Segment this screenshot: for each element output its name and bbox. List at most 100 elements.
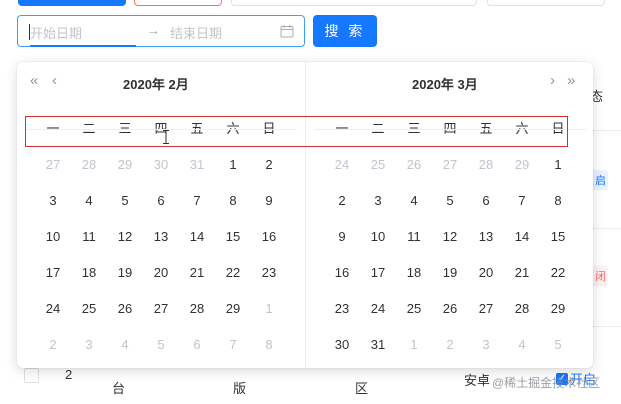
calendar-panel-left: « ‹ 2020年 2月 一二三四五六日 27 28 29 30 31 1 2 3 4 5 6 7 8 9… (17, 62, 305, 368)
day-cell[interactable]: 29 (215, 296, 251, 322)
day-cell[interactable]: 6 (468, 188, 504, 214)
day-cell-other-month[interactable]: 3 (468, 332, 504, 358)
day-cell[interactable]: 28 (504, 296, 540, 322)
day-cell-other-month[interactable]: 30 (143, 152, 179, 178)
day-cell[interactable]: 15 (215, 224, 251, 250)
day-cell-other-month[interactable]: 24 (324, 152, 360, 178)
day-cell[interactable]: 16 (324, 260, 360, 286)
day-cell[interactable]: 25 (396, 296, 432, 322)
day-cell-other-month[interactable]: 29 (107, 152, 143, 178)
day-cell-other-month[interactable]: 2 (35, 332, 71, 358)
day-cell-other-month[interactable]: 8 (251, 332, 287, 358)
day-cell[interactable]: 22 (540, 260, 576, 286)
day-cell[interactable]: 13 (468, 224, 504, 250)
day-cell[interactable]: 5 (107, 188, 143, 214)
day-cell-other-month[interactable]: 29 (504, 152, 540, 178)
day-cell-other-month[interactable]: 4 (107, 332, 143, 358)
day-cell[interactable]: 11 (396, 224, 432, 250)
day-cell[interactable]: 30 (324, 332, 360, 358)
day-cell-other-month[interactable]: 3 (71, 332, 107, 358)
day-cell-other-month[interactable]: 28 (71, 152, 107, 178)
day-cell[interactable]: 1 (215, 152, 251, 178)
top-primary-button[interactable] (18, 0, 126, 6)
next-year-icon[interactable]: » (567, 71, 575, 91)
day-cell-other-month[interactable]: 27 (432, 152, 468, 178)
day-cell[interactable]: 9 (251, 188, 287, 214)
day-cell[interactable]: 5 (432, 188, 468, 214)
day-cell[interactable]: 14 (504, 224, 540, 250)
top-danger-button[interactable] (134, 0, 222, 6)
day-cell[interactable]: 3 (35, 188, 71, 214)
day-cell[interactable]: 26 (432, 296, 468, 322)
day-cell[interactable]: 22 (215, 260, 251, 286)
day-cell[interactable]: 9 (324, 224, 360, 250)
day-cell[interactable]: 4 (396, 188, 432, 214)
day-cell-other-month[interactable]: 31 (179, 152, 215, 178)
day-cell[interactable]: 20 (143, 260, 179, 286)
day-cell-other-month[interactable]: 6 (179, 332, 215, 358)
end-date-input[interactable]: 结束日期 (170, 23, 222, 42)
day-cell-other-month[interactable]: 4 (504, 332, 540, 358)
day-cell[interactable]: 29 (540, 296, 576, 322)
row-checkbox[interactable] (24, 368, 39, 383)
day-cell[interactable]: 21 (504, 260, 540, 286)
calendar-icon[interactable] (280, 24, 294, 38)
day-cell[interactable]: 27 (468, 296, 504, 322)
day-cell[interactable]: 12 (432, 224, 468, 250)
day-cell-other-month[interactable]: 5 (540, 332, 576, 358)
search-button[interactable]: 搜 索 (313, 15, 377, 47)
prev-year-icon[interactable]: « (30, 71, 38, 91)
day-cell[interactable]: 2 (251, 152, 287, 178)
date-range-input[interactable]: 开始日期 → 结束日期 (17, 15, 305, 47)
day-cell[interactable]: 11 (71, 224, 107, 250)
day-cell[interactable]: 4 (71, 188, 107, 214)
day-cell[interactable]: 26 (107, 296, 143, 322)
day-cell[interactable]: 2 (324, 188, 360, 214)
start-date-input[interactable]: 开始日期 (30, 23, 82, 42)
day-cell[interactable]: 8 (215, 188, 251, 214)
day-cell[interactable]: 14 (179, 224, 215, 250)
day-cell[interactable]: 15 (540, 224, 576, 250)
panel-header: « ‹ 2020年 2月 (17, 68, 305, 96)
top-select[interactable] (231, 0, 477, 6)
day-cell[interactable]: 10 (360, 224, 396, 250)
day-cell[interactable]: 7 (504, 188, 540, 214)
day-cell[interactable]: 3 (360, 188, 396, 214)
day-cell[interactable]: 21 (179, 260, 215, 286)
day-cell[interactable]: 24 (360, 296, 396, 322)
day-cell[interactable]: 20 (468, 260, 504, 286)
day-cell[interactable]: 17 (35, 260, 71, 286)
day-cell[interactable]: 27 (143, 296, 179, 322)
day-cell[interactable]: 7 (179, 188, 215, 214)
day-cell[interactable]: 8 (540, 188, 576, 214)
day-cell[interactable]: 13 (143, 224, 179, 250)
day-cell-other-month[interactable]: 1 (396, 332, 432, 358)
day-cell-other-month[interactable]: 7 (215, 332, 251, 358)
next-month-icon[interactable]: › (550, 71, 555, 91)
day-cell[interactable]: 31 (360, 332, 396, 358)
day-cell[interactable]: 6 (143, 188, 179, 214)
day-cell-other-month[interactable]: 5 (143, 332, 179, 358)
day-cell-other-month[interactable]: 26 (396, 152, 432, 178)
day-cell-other-month[interactable]: 25 (360, 152, 396, 178)
day-cell[interactable]: 19 (432, 260, 468, 286)
day-cell[interactable]: 12 (107, 224, 143, 250)
day-cell[interactable]: 1 (540, 152, 576, 178)
day-cell-other-month[interactable]: 1 (251, 296, 287, 322)
day-cell[interactable]: 18 (396, 260, 432, 286)
day-cell-other-month[interactable]: 28 (468, 152, 504, 178)
top-button[interactable] (487, 0, 605, 6)
day-cell[interactable]: 18 (71, 260, 107, 286)
day-cell[interactable]: 16 (251, 224, 287, 250)
day-cell-other-month[interactable]: 2 (432, 332, 468, 358)
day-cell[interactable]: 25 (71, 296, 107, 322)
day-cell[interactable]: 19 (107, 260, 143, 286)
day-cell[interactable]: 28 (179, 296, 215, 322)
day-cell[interactable]: 17 (360, 260, 396, 286)
day-cell[interactable]: 24 (35, 296, 71, 322)
day-cell-other-month[interactable]: 27 (35, 152, 71, 178)
day-cell[interactable]: 23 (251, 260, 287, 286)
prev-month-icon[interactable]: ‹ (52, 71, 57, 91)
day-cell[interactable]: 23 (324, 296, 360, 322)
day-cell[interactable]: 10 (35, 224, 71, 250)
